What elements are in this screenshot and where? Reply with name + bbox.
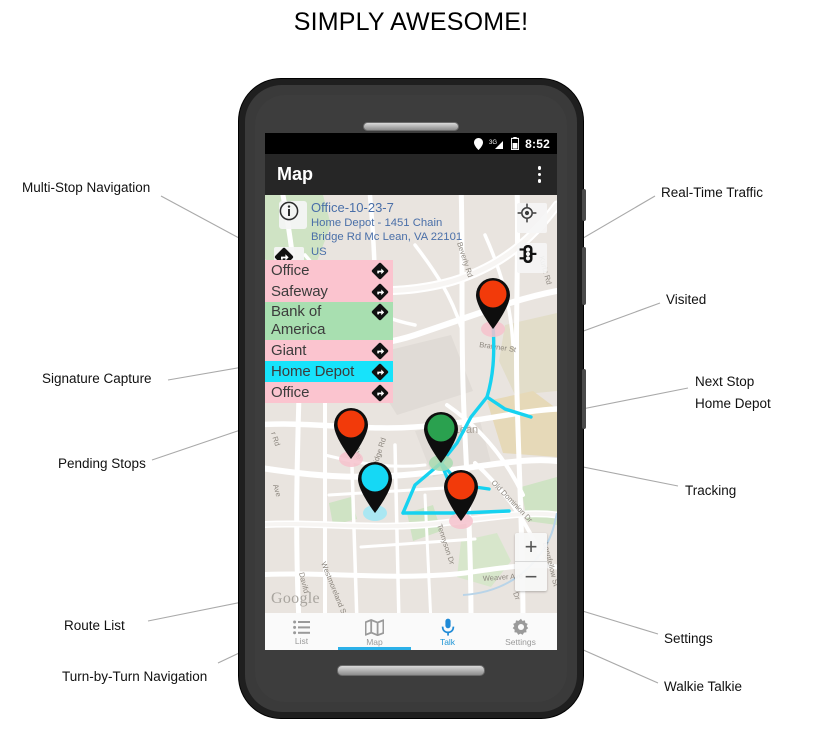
gps-glyph: [517, 203, 537, 223]
stop-list-item-1[interactable]: Safeway: [265, 281, 393, 302]
location-pin-icon: [474, 137, 484, 150]
bottom-nav-label: Settings: [505, 637, 536, 647]
navigation-diamond-icon[interactable]: [371, 342, 389, 360]
battery-icon: [511, 137, 520, 150]
traffic-glyph: [519, 245, 537, 263]
app-bar-title: Map: [277, 164, 313, 184]
status-bar-time: 8:52: [525, 136, 550, 151]
status-bar: 3G 8:52: [265, 133, 557, 154]
stop-name: Safeway: [271, 282, 328, 300]
signal-3g-icon: 3G: [489, 140, 504, 149]
annotation-multi-stop-navigation: Multi-Stop Navigation: [22, 180, 151, 195]
traffic-light-icon[interactable]: [517, 243, 547, 273]
app-bar: Map: [265, 154, 557, 195]
phone-side-button-mid[interactable]: [582, 247, 586, 305]
bottom-nav-item-talk[interactable]: Talk: [411, 613, 484, 650]
annotation-route-list: Route List: [64, 618, 125, 633]
stop-name: Home Depot: [271, 362, 355, 380]
map-view[interactable]: Beverly Rd son Blvd Fleetwood Rd Elm St …: [265, 195, 557, 613]
stop-name: Office: [271, 383, 310, 401]
annotation-next-stop-name: Home Depot: [695, 396, 771, 411]
map-canvas: Beverly Rd son Blvd Fleetwood Rd Elm St …: [265, 195, 557, 613]
annotation-next-stop: Next Stop: [695, 374, 755, 389]
bottom-nav-item-settings[interactable]: Settings: [484, 613, 557, 650]
bottom-nav-label: Talk: [439, 637, 456, 647]
phone-screen: 3G 8:52 Map Beverly Rd Brawner St Rd Old…: [265, 133, 557, 650]
bottom-nav-label: List: [294, 635, 309, 646]
stop-name: Bank of America: [271, 303, 326, 338]
zoom-out-button[interactable]: −: [515, 562, 547, 591]
stop-name: Office: [271, 261, 310, 279]
stop-list-item-3[interactable]: Giant: [265, 340, 393, 361]
bottom-speaker: [337, 665, 485, 676]
gear-icon: [512, 618, 528, 635]
map-zoom-controls[interactable]: + −: [515, 533, 547, 591]
info-icon[interactable]: [279, 201, 307, 229]
navigation-diamond-icon[interactable]: [371, 262, 389, 280]
annotation-walkie-talkie: Walkie Talkie: [664, 679, 743, 694]
annotation-real-time-traffic: Real-Time Traffic: [661, 185, 764, 200]
stop-list-item-0[interactable]: Office: [265, 260, 393, 281]
stop-name: Giant: [271, 341, 307, 359]
gps-crosshair-icon[interactable]: [517, 203, 547, 233]
stop-list-overlay: Office Safeway Bank of America Giant Hom…: [265, 260, 393, 403]
bottom-nav-item-list[interactable]: List: [265, 613, 338, 650]
earpiece-speaker: [363, 122, 459, 131]
annotation-signature-capture: Signature Capture: [42, 371, 152, 386]
bottom-navigation-bar: List Map Talk Settings: [265, 613, 557, 650]
stop-list-item-2[interactable]: Bank of America: [265, 302, 393, 340]
google-watermark: Google: [271, 590, 320, 607]
overflow-menu-icon[interactable]: [534, 162, 546, 187]
annotation-pending-stops: Pending Stops: [58, 456, 146, 471]
navigation-diamond-icon[interactable]: [371, 384, 389, 402]
mic-icon: [441, 618, 454, 636]
annotation-turn-by-turn-navigation: Turn-by-Turn Navigation: [62, 669, 208, 684]
navigation-diamond-icon[interactable]: [371, 283, 389, 301]
phone-side-button-low[interactable]: [582, 369, 586, 429]
list-icon: [292, 620, 310, 634]
stop-list-item-5[interactable]: Office: [265, 382, 393, 403]
phone-side-button-top[interactable]: [582, 189, 586, 221]
navigation-diamond-icon[interactable]: [371, 363, 389, 381]
info-glyph: [279, 201, 299, 221]
annotation-tracking: Tracking: [685, 483, 737, 498]
annotation-settings: Settings: [664, 631, 713, 646]
bottom-nav-item-map[interactable]: Map: [338, 613, 411, 650]
svg-text:3G: 3G: [489, 140, 497, 146]
navigation-diamond-icon[interactable]: [371, 303, 389, 321]
stop-list-item-4[interactable]: Home Depot: [265, 361, 393, 382]
annotation-visited: Visited: [666, 292, 707, 307]
map-icon: [365, 618, 384, 636]
zoom-in-button[interactable]: +: [515, 533, 547, 562]
screenshot-root: SIMPLY AWESOME! Multi-Stop Navigation Si…: [0, 0, 822, 751]
page-title: SIMPLY AWESOME!: [293, 8, 529, 36]
bottom-nav-label: Map: [366, 636, 383, 647]
